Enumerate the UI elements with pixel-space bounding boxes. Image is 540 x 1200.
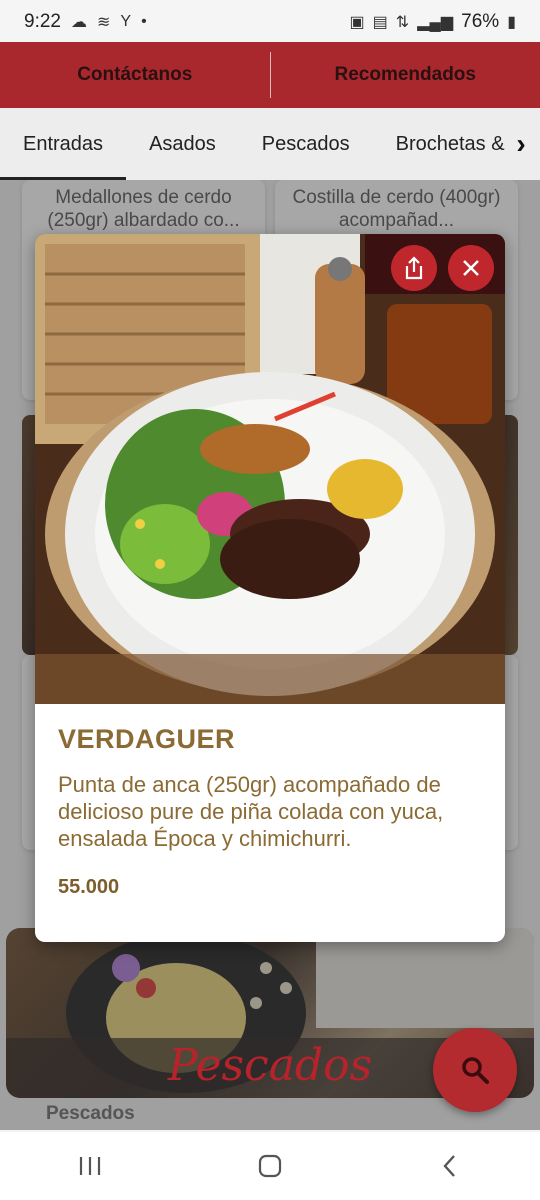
volte-icon: ▤ [372,14,388,31]
cloud-icon: ☁ [70,14,87,31]
home-button[interactable] [240,1146,300,1186]
product-detail-modal: VERDAGUER Punta de anca (250gr) acompaña… [35,234,505,942]
product-price: 55.000 [58,876,120,898]
battery-percent: 76% [461,11,500,32]
close-icon [463,260,479,276]
search-button[interactable] [433,1028,517,1112]
network-4g-icon: ⇅ [395,14,410,31]
tab-brochetas[interactable]: Brochetas & [373,108,528,180]
status-time: 9:22 [24,11,61,32]
back-icon [443,1155,455,1177]
app-notification-icon: Y [120,13,132,30]
contact-button[interactable]: Contáctanos [0,42,270,108]
recent-apps-icon [79,1157,101,1175]
search-icon [462,1057,489,1084]
system-nav-bar [0,1132,540,1200]
signal-icon: ▂▄▆ [417,14,454,31]
product-image [35,234,505,704]
dot-icon: • [141,13,147,30]
top-action-bar: Contáctanos Recomendados [0,42,540,108]
product-info: VERDAGUER Punta de anca (250gr) acompaña… [58,724,488,899]
battery-saver-icon: ▣ [349,14,365,31]
category-label: Pescados [46,1103,135,1124]
share-button[interactable] [391,245,437,291]
close-button[interactable] [448,245,494,291]
category-tabs: Entradas Asados Pescados Brochetas & [0,108,540,180]
tab-asados[interactable]: Asados [126,108,239,180]
weather-icon: ≋ [96,14,111,31]
recommended-button[interactable]: Recomendados [271,42,540,108]
home-icon [258,1154,282,1178]
product-description: Punta de anca (250gr) acompañado de deli… [58,772,444,851]
modal-actions [391,245,494,291]
recent-apps-button[interactable] [60,1146,120,1186]
product-title: VERDAGUER [58,724,236,754]
status-bar: 9:22 ☁ ≋ Y • ▣ ▤ ⇅ ▂▄▆ 76% ▮ [0,0,540,44]
tab-entradas[interactable]: Entradas [0,108,127,180]
share-icon [405,256,423,280]
chevron-right-icon[interactable]: › [506,126,536,162]
tab-pescados[interactable]: Pescados [239,108,373,180]
battery-icon: ▮ [507,14,516,31]
back-button[interactable] [420,1146,480,1186]
